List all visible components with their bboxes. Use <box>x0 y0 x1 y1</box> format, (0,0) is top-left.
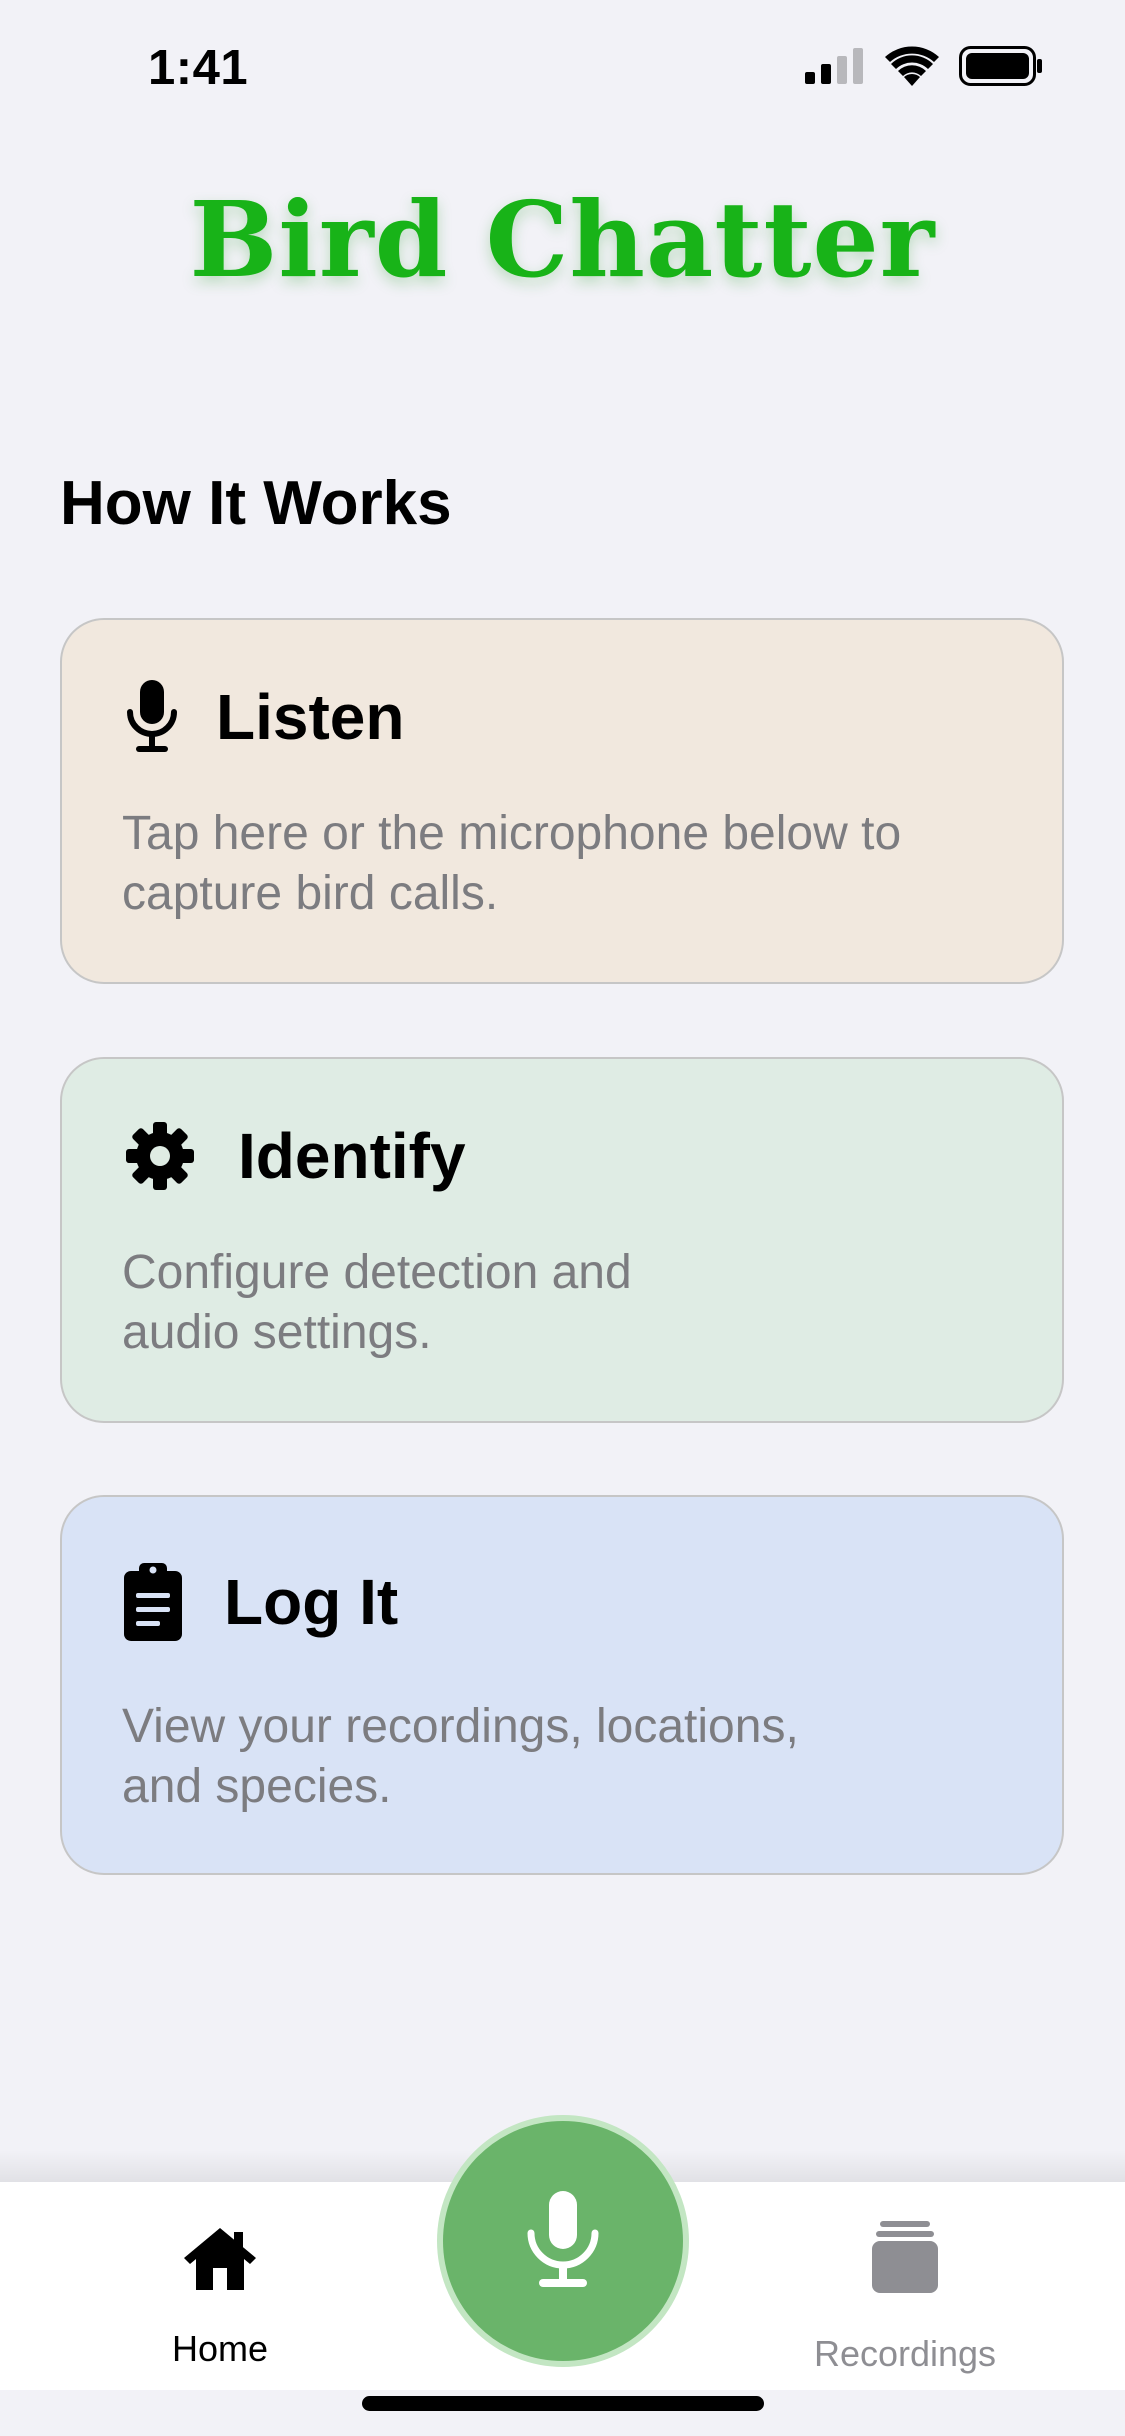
section-heading: How It Works <box>60 469 452 538</box>
clipboard-icon <box>124 1563 182 1641</box>
log-it-card[interactable]: Log It View your recordings, locations, … <box>60 1495 1064 1875</box>
battery-icon <box>959 46 1042 86</box>
home-icon <box>184 2228 256 2290</box>
home-indicator[interactable] <box>362 2396 764 2411</box>
tab-recordings-label: Recordings <box>813 2333 997 2374</box>
identify-card-description: Configure detection and audio settings. <box>122 1246 632 1359</box>
identify-card-header: Identify <box>124 1119 466 1193</box>
log-it-card-title: Log It <box>224 1566 399 1638</box>
identify-card-title: Identify <box>238 1120 466 1192</box>
tab-home-label: Home <box>171 2328 269 2369</box>
log-it-card-description: View your recordings, locations, and spe… <box>122 1700 799 1813</box>
listen-card-title: Listen <box>216 681 405 753</box>
listen-card-description: Tap here or the microphone below to capt… <box>122 807 902 920</box>
record-button[interactable] <box>437 2115 689 2367</box>
status-icons <box>805 44 1043 88</box>
status-bar: 1:41 <box>0 0 1125 132</box>
app-title: Bird Chatter <box>189 178 936 301</box>
home-screen: 1:41 Bird Chatter How It Works Listen Ta… <box>0 0 1125 2436</box>
listen-card[interactable]: Listen Tap here or the microphone below … <box>60 618 1064 984</box>
wifi-icon <box>885 46 939 86</box>
listen-card-header: Listen <box>124 680 404 754</box>
identify-card[interactable]: Identify Configure detection and audio s… <box>60 1057 1064 1423</box>
microphone-icon <box>527 2191 599 2287</box>
tab-home[interactable]: Home <box>150 2220 290 2369</box>
stack-icon <box>872 2221 938 2293</box>
gear-icon <box>126 1122 194 1190</box>
tab-recordings[interactable]: Recordings <box>790 2215 1020 2374</box>
microphone-icon <box>127 680 177 752</box>
cellular-signal-icon <box>805 48 863 84</box>
status-time: 1:41 <box>148 41 249 95</box>
log-it-card-header: Log It <box>124 1563 398 1641</box>
